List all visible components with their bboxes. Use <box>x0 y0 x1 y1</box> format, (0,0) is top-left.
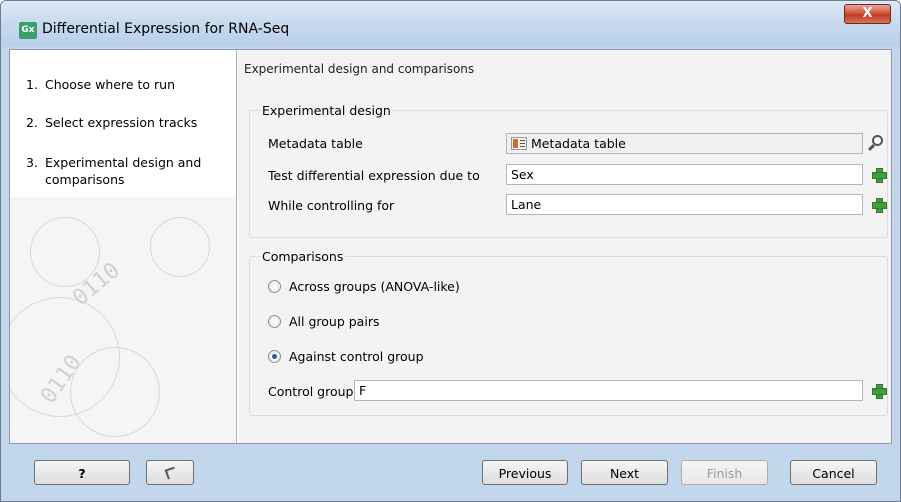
step-number: 1. <box>26 77 38 92</box>
test-factor-field[interactable]: Sex <box>506 164 863 185</box>
add-controlling-factor-plus-icon[interactable] <box>872 198 887 213</box>
wizard-steps-sidebar: 0110 0110 1. Choose where to run 2. Sele… <box>10 50 237 443</box>
step-number: 2. <box>26 115 38 130</box>
comparisons-group: Comparisons Across groups (ANOVA-like) A… <box>249 249 888 416</box>
dialog-window: Gx Differential Expression for RNA-Seq X… <box>0 0 901 502</box>
radio-all-group-pairs[interactable]: All group pairs <box>268 314 379 329</box>
step-label: Choose where to run <box>45 77 175 92</box>
radio-label: Against control group <box>289 349 424 364</box>
controlling-for-label: While controlling for <box>268 198 395 213</box>
browse-icon[interactable] <box>867 134 885 152</box>
cancel-button[interactable]: Cancel <box>790 460 877 485</box>
window-title: Differential Expression for RNA-Seq <box>42 21 290 37</box>
radio-button[interactable] <box>268 315 281 328</box>
gx-app-icon: Gx <box>19 22 37 39</box>
back-icon <box>163 466 177 480</box>
page-title: Experimental design and comparisons <box>244 62 475 76</box>
radio-label: All group pairs <box>289 314 380 329</box>
help-label: ? <box>78 466 86 481</box>
dialog-content: 0110 0110 1. Choose where to run 2. Sele… <box>9 49 892 444</box>
control-group-field[interactable]: F <box>354 380 863 401</box>
control-group-label: Control group <box>268 384 354 399</box>
radio-button[interactable] <box>268 280 281 293</box>
previous-label: Previous <box>498 466 552 481</box>
close-button[interactable]: X <box>844 4 891 24</box>
sidebar-decoration: 0110 0110 <box>10 197 236 443</box>
reset-button[interactable] <box>146 460 194 485</box>
step-label: Experimental design and comparisons <box>45 155 202 187</box>
step-number: 3. <box>26 155 38 170</box>
decor-circle <box>150 217 210 277</box>
title-bar: Gx Differential Expression for RNA-Seq X <box>1 1 900 47</box>
metadata-table-field[interactable]: Metadata table <box>506 133 863 154</box>
radio-against-control-group[interactable]: Against control group <box>268 349 424 364</box>
controlling-factor-field[interactable]: Lane <box>506 194 863 215</box>
metadata-table-label: Metadata table <box>268 136 363 151</box>
browse-handle <box>867 143 876 152</box>
help-button[interactable]: ? <box>34 460 130 485</box>
group-title: Experimental design <box>260 103 393 118</box>
close-icon: X <box>862 6 873 21</box>
step-label: Select expression tracks <box>45 115 198 130</box>
previous-button[interactable]: Previous <box>482 460 568 485</box>
radio-button-selected[interactable] <box>268 350 281 363</box>
decor-circle <box>70 347 160 437</box>
main-panel: Experimental design and comparisons Expe… <box>238 50 891 443</box>
add-test-factor-plus-icon[interactable] <box>872 168 887 183</box>
group-title: Comparisons <box>260 249 346 264</box>
radio-across-groups[interactable]: Across groups (ANOVA-like) <box>268 279 460 294</box>
cancel-label: Cancel <box>812 466 855 481</box>
metadata-table-icon <box>511 137 527 150</box>
experimental-design-group: Experimental design Metadata table Metad… <box>249 103 888 238</box>
test-differential-expression-label: Test differential expression due to <box>268 168 480 183</box>
add-control-group-plus-icon[interactable] <box>872 384 887 399</box>
finish-button[interactable]: Finish <box>681 460 768 485</box>
radio-label: Across groups (ANOVA-like) <box>289 279 460 294</box>
next-button[interactable]: Next <box>581 460 668 485</box>
finish-label: Finish <box>706 466 743 481</box>
next-label: Next <box>609 466 640 481</box>
metadata-table-value: Metadata table <box>531 136 626 151</box>
